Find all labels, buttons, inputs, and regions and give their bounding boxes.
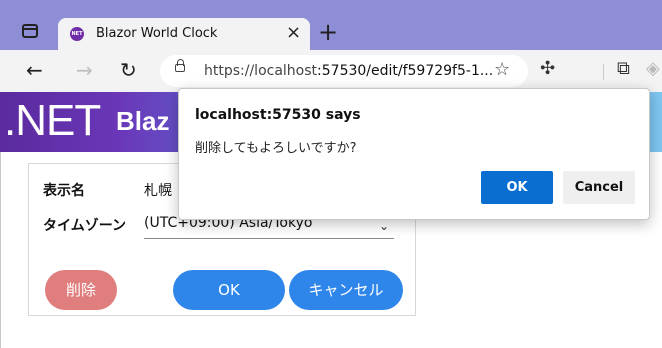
dialog-message: 削除してもよろしいですか?: [195, 141, 357, 156]
extensions-icon[interactable]: ✣: [540, 59, 555, 79]
collections-icon[interactable]: ⧉: [617, 59, 630, 79]
dotnet-logo-text: .NET: [4, 96, 101, 145]
delete-button[interactable]: 削除: [45, 270, 117, 310]
display-name-label: 表示名: [43, 183, 85, 199]
lock-icon[interactable]: [175, 59, 185, 72]
address-toolbar: ← → ↻ https://localhost:57530/edit/f5972…: [0, 50, 662, 92]
dotnet-favicon-icon: NET: [70, 27, 84, 41]
back-arrow-icon[interactable]: ←: [26, 58, 43, 82]
tab-actions-icon[interactable]: [22, 24, 38, 38]
timezone-label: タイムゾーン: [43, 218, 127, 234]
toolbar-divider: [603, 64, 604, 80]
dialog-ok-button[interactable]: OK: [481, 171, 553, 204]
close-tab-icon[interactable]: ×: [286, 23, 301, 43]
banner-title: Blaz: [116, 106, 170, 136]
timezone-select-underline: [144, 238, 394, 239]
chevron-down-icon[interactable]: ⌄: [379, 219, 389, 233]
cancel-button[interactable]: キャンセル: [289, 270, 403, 310]
forward-arrow-icon[interactable]: →: [76, 58, 93, 82]
browser-tab[interactable]: NET Blazor World Clock ×: [58, 18, 310, 50]
address-bar[interactable]: https://localhost:57530/edit/f59729f5-1.…: [160, 55, 528, 87]
refresh-icon[interactable]: ↻: [120, 58, 137, 82]
favorite-star-icon[interactable]: ☆: [494, 59, 510, 80]
url-text[interactable]: https://localhost:57530/edit/f59729f5-1.…: [204, 63, 493, 79]
browser-essentials-icon[interactable]: ◈: [646, 59, 660, 79]
dialog-cancel-button[interactable]: Cancel: [563, 171, 635, 204]
new-tab-icon[interactable]: +: [318, 20, 338, 44]
dialog-title: localhost:57530 says: [195, 107, 361, 123]
display-name-input[interactable]: 札幌: [144, 180, 172, 200]
confirm-dialog: localhost:57530 says 削除してもよろしいですか? OK Ca…: [178, 88, 650, 220]
tab-title: Blazor World Clock: [96, 26, 218, 41]
ok-button[interactable]: OK: [173, 270, 285, 310]
browser-tab-strip: NET Blazor World Clock × +: [0, 0, 662, 50]
